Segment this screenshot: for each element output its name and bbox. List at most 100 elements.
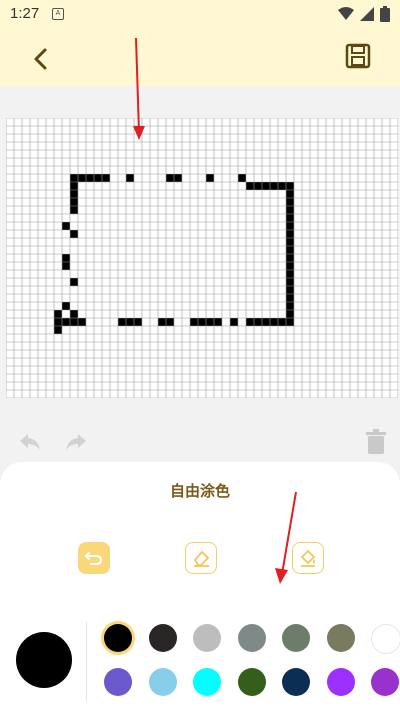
notification-icon: A: [52, 8, 64, 20]
drawing-canvas-area: [0, 86, 400, 416]
undo-stroke-tool-button[interactable]: [78, 542, 110, 574]
color-swatch-r2-7[interactable]: [371, 668, 399, 696]
painted-cell: [126, 174, 134, 182]
paint-bucket-icon: [300, 549, 316, 567]
painted-cell: [286, 294, 294, 302]
painted-cell: [62, 254, 70, 262]
painted-cell: [190, 318, 198, 326]
pixel-grid-canvas[interactable]: [6, 118, 398, 398]
panel-divider: [86, 622, 87, 702]
save-floppy-icon[interactable]: [344, 42, 372, 70]
painted-cell: [270, 182, 278, 190]
painted-cell: [78, 318, 86, 326]
undo-icon[interactable]: [16, 428, 44, 456]
battery-icon: [380, 6, 390, 22]
painted-cell: [62, 262, 70, 270]
painted-cell: [286, 318, 294, 326]
painted-cell: [286, 222, 294, 230]
painted-cell: [86, 174, 94, 182]
painted-cell: [62, 222, 70, 230]
painted-cell: [78, 174, 86, 182]
painted-cell: [286, 254, 294, 262]
color-swatch-r1-1[interactable]: [104, 624, 132, 652]
painted-cell: [70, 174, 78, 182]
painted-cell: [278, 318, 286, 326]
painted-cell: [166, 318, 174, 326]
status-icons: [338, 6, 390, 22]
panel-title: 自由涂色: [169, 483, 230, 500]
painted-cell: [54, 326, 62, 334]
redo-icon[interactable]: [62, 428, 90, 456]
painted-cell: [262, 318, 270, 326]
painted-cell: [278, 182, 286, 190]
eraser-tool-button[interactable]: [185, 542, 217, 574]
painted-cell: [62, 318, 70, 326]
color-swatch-r2-5[interactable]: [282, 668, 310, 696]
painted-cell: [198, 318, 206, 326]
color-swatch-r1-3[interactable]: [193, 624, 221, 652]
painted-cell: [70, 182, 78, 190]
color-swatch-r2-2[interactable]: [148, 668, 177, 696]
color-swatch-r1-5[interactable]: [282, 624, 310, 652]
painted-cell: [262, 182, 270, 190]
painted-cell: [70, 278, 78, 286]
painted-cell: [238, 174, 246, 182]
painted-cell: [246, 318, 254, 326]
signal-icon: [360, 7, 374, 21]
painted-cell: [286, 246, 294, 254]
current-color-preview: [16, 632, 72, 688]
undo-stroke-icon: [84, 552, 103, 565]
fill-bucket-tool-button[interactable]: [292, 542, 324, 574]
painted-cell: [174, 174, 182, 182]
painted-cell: [286, 302, 294, 310]
painted-cell: [206, 318, 214, 326]
color-swatch-r1-2[interactable]: [148, 624, 177, 652]
painted-cell: [286, 182, 294, 190]
status-bar: 1:27 A: [0, 0, 400, 28]
color-swatch-r2-3[interactable]: [193, 668, 221, 696]
painted-cell: [246, 182, 254, 190]
painted-cell: [70, 198, 78, 206]
color-swatch-r2-4[interactable]: [237, 668, 266, 696]
trash-icon[interactable]: [362, 428, 390, 456]
painted-cell: [70, 310, 78, 318]
painted-cell: [158, 318, 166, 326]
color-swatch-r2-6[interactable]: [326, 668, 355, 696]
painted-cell: [254, 318, 262, 326]
painted-cell: [134, 318, 142, 326]
painted-cell: [286, 278, 294, 286]
painted-cell: [102, 174, 110, 182]
painted-cell: [70, 206, 78, 214]
painted-cell: [54, 310, 62, 318]
painted-cell: [286, 286, 294, 294]
painted-cell: [214, 318, 222, 326]
painted-cell: [286, 190, 294, 198]
painted-cell: [166, 174, 174, 182]
painted-cell: [270, 318, 278, 326]
painted-cell: [126, 318, 134, 326]
painted-cell: [70, 318, 78, 326]
painted-cell: [286, 198, 294, 206]
painted-cell: [286, 214, 294, 222]
painted-cell: [54, 318, 62, 326]
status-time: 1:27: [10, 5, 40, 22]
color-swatch-r2-1[interactable]: [104, 668, 132, 696]
painted-cell: [118, 318, 126, 326]
app-bar: [0, 28, 400, 86]
painted-cell: [286, 270, 294, 278]
painted-cell: [286, 206, 294, 214]
color-swatch-r1-6[interactable]: [326, 624, 355, 652]
color-swatch-r1-4[interactable]: [237, 624, 266, 652]
history-toolbar: [0, 418, 400, 466]
painted-cell: [286, 230, 294, 238]
painted-cell: [62, 302, 70, 310]
painted-cell: [70, 230, 78, 238]
painted-cell: [254, 182, 262, 190]
color-swatch-r1-7[interactable]: [371, 624, 400, 654]
eraser-icon: [193, 550, 210, 567]
wifi-icon: [338, 7, 354, 20]
back-chevron-icon[interactable]: [28, 46, 54, 72]
painted-cell: [206, 174, 214, 182]
painted-cell: [286, 262, 294, 270]
painted-cell: [70, 190, 78, 198]
